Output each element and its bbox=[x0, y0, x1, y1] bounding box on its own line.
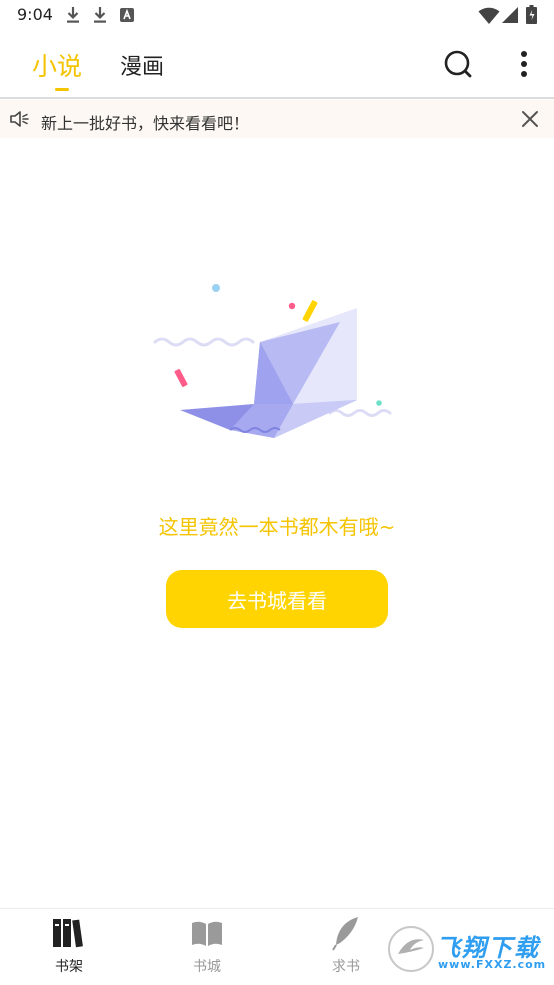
nav-label-bookshelf: 书架 bbox=[55, 959, 83, 975]
app-header: 小说 漫画 bbox=[0, 32, 554, 98]
watermark-logo-icon bbox=[388, 926, 434, 972]
status-time: 9:04 bbox=[17, 5, 53, 24]
status-bar: 9:04 bbox=[0, 0, 554, 32]
wifi-icon bbox=[478, 7, 500, 24]
nav-item-bookstore[interactable]: 书城 bbox=[167, 909, 247, 985]
signal-icon bbox=[502, 7, 518, 23]
empty-state-message: 这里竟然一本书都木有哦~ bbox=[158, 515, 396, 539]
watermark-url: www.FXXZ.com bbox=[438, 958, 547, 971]
bookshelf-icon bbox=[53, 919, 83, 948]
speaker-icon bbox=[10, 111, 29, 127]
paper-boat-illustration bbox=[153, 284, 392, 438]
close-icon[interactable] bbox=[520, 109, 540, 129]
open-book-icon bbox=[192, 921, 222, 946]
notice-bar: 新上一批好书，快来看看吧！ bbox=[0, 100, 554, 138]
app-notification-icon bbox=[120, 8, 134, 22]
site-watermark: 飞翔下载 www.FXXZ.com bbox=[386, 922, 546, 976]
go-bookstore-button[interactable]: 去书城看看 bbox=[166, 570, 388, 628]
battery-icon bbox=[526, 5, 537, 24]
notice-text: 新上一批好书，快来看看吧！ bbox=[41, 114, 250, 133]
download-icon bbox=[94, 7, 106, 23]
nav-item-request-book[interactable]: 求书 bbox=[306, 909, 386, 985]
nav-label-bookstore: 书城 bbox=[193, 959, 221, 975]
nav-item-bookshelf[interactable]: 书架 bbox=[29, 909, 109, 985]
more-vertical-icon[interactable] bbox=[506, 46, 542, 82]
tab-novel[interactable]: 小说 bbox=[32, 47, 82, 83]
download-icon bbox=[67, 7, 79, 23]
tab-comic[interactable]: 漫画 bbox=[120, 49, 164, 81]
active-tab-indicator bbox=[55, 88, 69, 91]
search-icon[interactable] bbox=[440, 46, 476, 82]
nav-label-request-book: 求书 bbox=[332, 959, 360, 975]
header-divider bbox=[0, 97, 554, 99]
feather-icon bbox=[332, 917, 358, 951]
